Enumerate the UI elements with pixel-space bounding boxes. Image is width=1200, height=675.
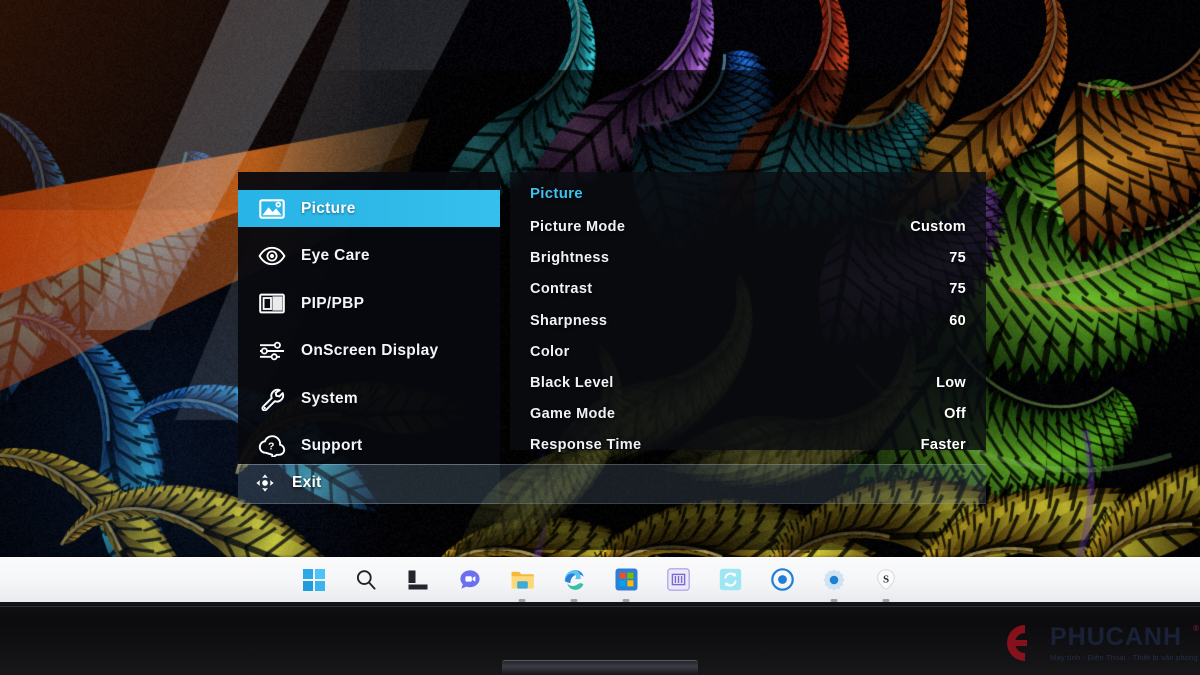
taskbar-edge-button[interactable] [559, 565, 589, 595]
taskbar-search-button[interactable] [351, 565, 381, 595]
snipaste-icon: S [874, 568, 898, 592]
osd-exit-label: Exit [292, 474, 322, 492]
osd-setting-value: 75 [949, 281, 966, 297]
osd-setting-row[interactable]: Sharpness 60 [530, 306, 966, 336]
taskbar-microsoft-store-button[interactable] [611, 565, 641, 595]
osd-menu: Picture Eye Care PIP/PBP OnScreen Display Sy… [238, 172, 986, 502]
osd-menu-item-label: PIP/PBP [301, 295, 364, 313]
osd-setting-value: Low [936, 375, 966, 391]
osd-setting-row[interactable]: Response Time Faster [530, 430, 966, 460]
settings-gear-icon [822, 568, 846, 592]
help-cloud-icon: ? [255, 431, 289, 461]
osd-menu-item-eye-care[interactable]: Eye Care [238, 238, 500, 275]
microsoft-store-icon [615, 568, 638, 591]
osd-menu-item-onscreen-display[interactable]: OnScreen Display [238, 333, 500, 370]
osd-setting-row[interactable]: Game Mode Off [530, 399, 966, 429]
image-icon [255, 194, 289, 224]
dpad-icon [248, 468, 282, 498]
osd-setting-value: 60 [949, 313, 966, 329]
taskbar-target-app-button[interactable] [767, 565, 797, 595]
sync-app-icon [719, 568, 742, 591]
taskbar-start-button[interactable] [299, 565, 329, 595]
osd-setting-value: Faster [921, 437, 966, 453]
taskbar-sync-app-button[interactable] [715, 565, 745, 595]
osd-setting-value: Off [944, 406, 966, 422]
monitor-bezel: PHUCANH ® Máy tính - Điện Thoại - Thiết … [0, 602, 1200, 675]
windows-taskbar: S [0, 557, 1200, 602]
osd-menu-item-label: Picture [301, 200, 356, 218]
osd-menu-item-label: Support [301, 437, 363, 455]
svg-text:?: ? [268, 440, 274, 452]
osd-panel-title: Picture [530, 185, 583, 202]
osd-setting-label: Picture Mode [530, 219, 625, 235]
wrench-icon [255, 384, 289, 414]
registered-icon: ® [1193, 624, 1199, 633]
taskbar-icon-strip: S [0, 557, 1200, 602]
osd-setting-value: 75 [949, 250, 966, 266]
pip-icon [255, 289, 289, 319]
task-view-icon [407, 569, 429, 591]
osd-menu-item-label: OnScreen Display [301, 342, 438, 360]
osd-menu-item-picture[interactable]: Picture [238, 190, 500, 227]
phucanh-logo-icon [1002, 620, 1048, 666]
watermark-brand: PHUCANH [1050, 623, 1182, 651]
osd-menu-item-label: System [301, 390, 358, 408]
bezel-highlight-line [0, 606, 1200, 607]
taskbar-file-explorer-button[interactable] [507, 565, 537, 595]
search-icon [354, 568, 378, 592]
osd-setting-row[interactable]: Picture Mode Custom [530, 212, 966, 242]
eye-icon [255, 241, 289, 271]
osd-menu-item-support[interactable]: ? Support [238, 428, 500, 465]
osd-menu-item-system[interactable]: System [238, 380, 500, 417]
watermark-tagline: Máy tính - Điện Thoại - Thiết bị văn phò… [1050, 653, 1198, 662]
file-explorer-icon [510, 569, 534, 591]
osd-setting-value: Custom [910, 219, 966, 235]
start-icon [303, 569, 325, 591]
osd-setting-row[interactable]: Brightness 75 [530, 243, 966, 273]
taskbar-chat-button[interactable] [455, 565, 485, 595]
osd-setting-label: Black Level [530, 375, 614, 391]
ruler-app-icon [667, 568, 690, 591]
osd-setting-label: Brightness [530, 250, 609, 266]
osd-setting-row[interactable]: Color [530, 337, 966, 367]
osd-exit-button[interactable]: Exit [238, 464, 500, 502]
svg-text:S: S [883, 573, 889, 585]
osd-setting-label: Contrast [530, 281, 592, 297]
osd-setting-row[interactable]: Contrast 75 [530, 274, 966, 304]
osd-setting-label: Response Time [530, 437, 641, 453]
taskbar-snipaste-button[interactable]: S [871, 565, 901, 595]
osd-setting-row[interactable]: Black Level Low [530, 368, 966, 398]
sliders-icon [255, 336, 289, 366]
osd-setting-label: Color [530, 344, 570, 360]
chat-icon [458, 568, 482, 592]
osd-setting-label: Game Mode [530, 406, 615, 422]
watermark-text: PHUCANH ® Máy tính - Điện Thoại - Thiết … [1050, 625, 1198, 662]
screenshot-root: Picture Eye Care PIP/PBP OnScreen Display Sy… [0, 0, 1200, 675]
watermark: PHUCANH ® Máy tính - Điện Thoại - Thiết … [1002, 617, 1192, 669]
taskbar-settings-gear-button[interactable] [819, 565, 849, 595]
monitor-stand [502, 660, 698, 675]
osd-menu-item-label: Eye Care [301, 247, 370, 265]
monitor-screen: Picture Eye Care PIP/PBP OnScreen Display Sy… [0, 0, 1200, 602]
osd-menu-item-pip-pbp[interactable]: PIP/PBP [238, 285, 500, 322]
taskbar-ruler-app-button[interactable] [663, 565, 693, 595]
target-app-icon [771, 568, 794, 591]
osd-content-footer [500, 464, 986, 504]
osd-setting-label: Sharpness [530, 313, 607, 329]
taskbar-task-view-button[interactable] [403, 565, 433, 595]
edge-icon [562, 568, 586, 592]
